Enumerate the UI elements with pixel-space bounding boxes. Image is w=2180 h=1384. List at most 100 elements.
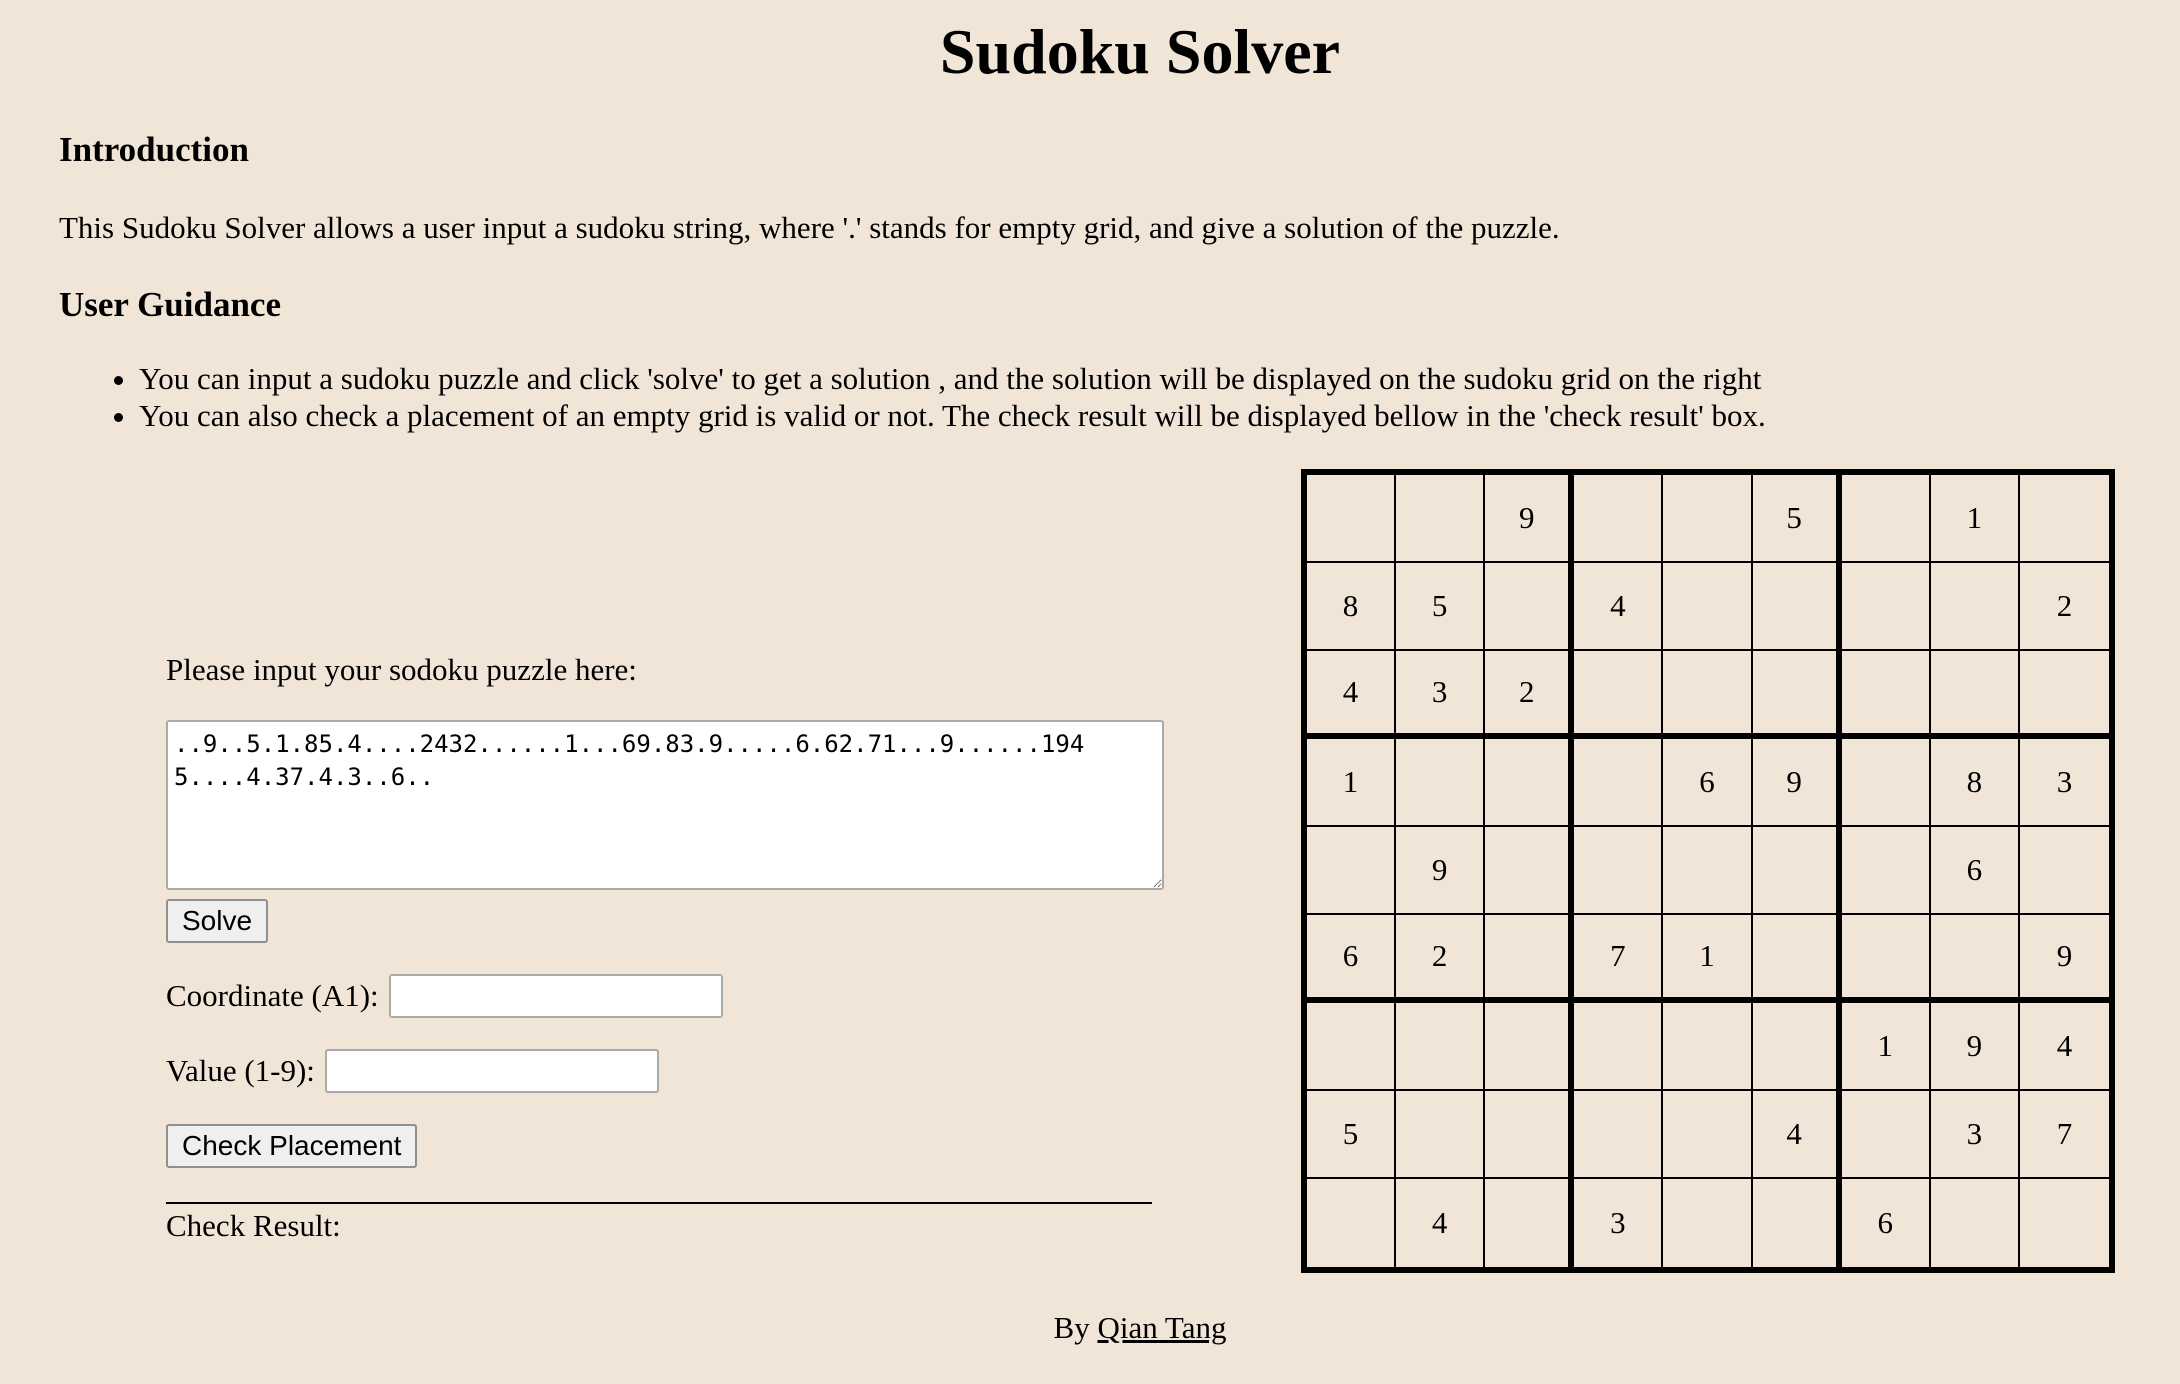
sudoku-cell bbox=[1841, 475, 1931, 563]
guidance-item-solve: You can input a sudoku puzzle and click … bbox=[139, 360, 1766, 397]
introduction-heading: Introduction bbox=[59, 130, 249, 169]
value-input[interactable] bbox=[324, 1049, 659, 1093]
page: Sudoku Solver Introduction This Sudoku S… bbox=[0, 0, 2180, 1384]
sudoku-cell: 4 bbox=[1574, 563, 1664, 651]
sudoku-cell bbox=[1574, 1091, 1664, 1179]
sudoku-cell bbox=[1930, 651, 2020, 739]
solve-button[interactable]: Solve bbox=[166, 899, 269, 943]
sudoku-cell bbox=[1663, 827, 1753, 915]
sudoku-cell bbox=[1574, 651, 1664, 739]
sudoku-grid: 95185424321698396627191945437436 bbox=[1301, 469, 2115, 1273]
sudoku-cell: 8 bbox=[1307, 563, 1397, 651]
sudoku-cell: 8 bbox=[1930, 739, 2020, 827]
sudoku-cell: 1 bbox=[1930, 475, 2020, 563]
guidance-item-check: You can also check a placement of an emp… bbox=[139, 397, 1766, 434]
sudoku-cell bbox=[1663, 1003, 1753, 1091]
sudoku-cell: 7 bbox=[1574, 915, 1664, 1003]
sudoku-cell bbox=[1752, 651, 1842, 739]
sudoku-cell: 1 bbox=[1663, 915, 1753, 1003]
sudoku-cell: 6 bbox=[1307, 915, 1397, 1003]
sudoku-cell: 4 bbox=[1396, 1179, 1486, 1267]
sudoku-cell bbox=[1931, 1179, 2020, 1267]
introduction-text: This Sudoku Solver allows a user input a… bbox=[59, 210, 1560, 245]
check-placement-button[interactable]: Check Placement bbox=[166, 1124, 418, 1168]
sudoku-cell: 3 bbox=[1574, 1179, 1664, 1267]
sudoku-cell bbox=[1841, 827, 1931, 915]
sudoku-cell: 9 bbox=[1930, 1003, 2020, 1091]
puzzle-form: Please input your sodoku puzzle here: ..… bbox=[166, 640, 1166, 1260]
sudoku-cell bbox=[1485, 915, 1575, 1003]
sudoku-cell: 1 bbox=[1307, 739, 1397, 827]
sudoku-cell: 9 bbox=[1396, 827, 1486, 915]
sudoku-cell bbox=[1307, 827, 1397, 915]
sudoku-cell bbox=[1841, 739, 1931, 827]
sudoku-cell bbox=[1752, 1003, 1842, 1091]
page-title: Sudoku Solver bbox=[939, 16, 1341, 87]
sudoku-cell bbox=[1663, 651, 1753, 739]
sudoku-cell bbox=[1396, 475, 1486, 563]
sudoku-cell bbox=[2019, 475, 2109, 563]
sudoku-cell bbox=[1307, 475, 1397, 563]
check-result-label: Check Result: bbox=[166, 1208, 341, 1243]
user-guidance-heading: User Guidance bbox=[59, 285, 281, 324]
value-row: Value (1-9): bbox=[166, 1049, 659, 1093]
sudoku-cell: 3 bbox=[2019, 739, 2109, 827]
sudoku-cell bbox=[1574, 827, 1664, 915]
sudoku-cell bbox=[1841, 563, 1931, 651]
sudoku-cell bbox=[2019, 651, 2109, 739]
sudoku-cell: 5 bbox=[1396, 563, 1486, 651]
sudoku-cell bbox=[1485, 1179, 1575, 1267]
sudoku-cell: 9 bbox=[1485, 475, 1575, 563]
sudoku-cell bbox=[1753, 1179, 1842, 1267]
sudoku-cell bbox=[1485, 1091, 1575, 1179]
sudoku-cell bbox=[1574, 475, 1664, 563]
sudoku-cell bbox=[1485, 563, 1575, 651]
sudoku-cell bbox=[1841, 651, 1931, 739]
puzzle-input-label: Please input your sodoku puzzle here: bbox=[166, 652, 637, 687]
coordinate-label: Coordinate (A1): bbox=[166, 978, 379, 1013]
sudoku-cell: 4 bbox=[1307, 651, 1397, 739]
sudoku-cell bbox=[1574, 739, 1664, 827]
sudoku-cell: 4 bbox=[2019, 1003, 2109, 1091]
sudoku-cell bbox=[1663, 475, 1753, 563]
sudoku-cell: 5 bbox=[1307, 1091, 1397, 1179]
sudoku-cell bbox=[2019, 827, 2109, 915]
footer-by-text: By bbox=[1053, 1310, 1090, 1345]
sudoku-cell: 2 bbox=[1485, 651, 1575, 739]
sudoku-cell bbox=[1307, 1179, 1397, 1267]
puzzle-input[interactable]: ..9..5.1.85.4....2432......1...69.83.9..… bbox=[166, 720, 1164, 890]
sudoku-cell: 2 bbox=[1396, 915, 1486, 1003]
sudoku-cell bbox=[1841, 915, 1931, 1003]
sudoku-cell bbox=[1574, 1003, 1664, 1091]
sudoku-cell bbox=[1396, 739, 1486, 827]
sudoku-cell bbox=[1752, 563, 1842, 651]
sudoku-cell bbox=[1485, 827, 1575, 915]
sudoku-cell bbox=[1485, 1003, 1575, 1091]
coordinate-row: Coordinate (A1): bbox=[166, 974, 723, 1018]
sudoku-cell bbox=[1752, 915, 1842, 1003]
sudoku-cell bbox=[1930, 563, 2020, 651]
sudoku-cell bbox=[1841, 1091, 1931, 1179]
value-label: Value (1-9): bbox=[166, 1053, 315, 1088]
sudoku-cell bbox=[1663, 1091, 1753, 1179]
sudoku-cell: 2 bbox=[2019, 563, 2109, 651]
sudoku-cell bbox=[1752, 827, 1842, 915]
author-link[interactable]: Qian Tang bbox=[1097, 1310, 1226, 1345]
sudoku-cell bbox=[1930, 915, 2020, 1003]
sudoku-cell: 6 bbox=[1663, 739, 1753, 827]
sudoku-cell: 1 bbox=[1841, 1003, 1931, 1091]
sudoku-cell: 5 bbox=[1752, 475, 1842, 563]
sudoku-cell bbox=[1485, 739, 1575, 827]
sudoku-cell: 3 bbox=[1396, 651, 1486, 739]
user-guidance-list: You can input a sudoku puzzle and click … bbox=[59, 360, 1766, 434]
sudoku-cell: 3 bbox=[1930, 1091, 2020, 1179]
footer: By Qian Tang bbox=[0, 1306, 2180, 1350]
sudoku-cell: 6 bbox=[1842, 1179, 1931, 1267]
sudoku-cell bbox=[1396, 1003, 1486, 1091]
sudoku-cell: 7 bbox=[2019, 1091, 2109, 1179]
sudoku-cell: 6 bbox=[1930, 827, 2020, 915]
sudoku-cell: 4 bbox=[1752, 1091, 1842, 1179]
sudoku-cell: 9 bbox=[2019, 915, 2109, 1003]
sudoku-cell bbox=[1307, 1003, 1397, 1091]
coordinate-input[interactable] bbox=[388, 974, 723, 1018]
